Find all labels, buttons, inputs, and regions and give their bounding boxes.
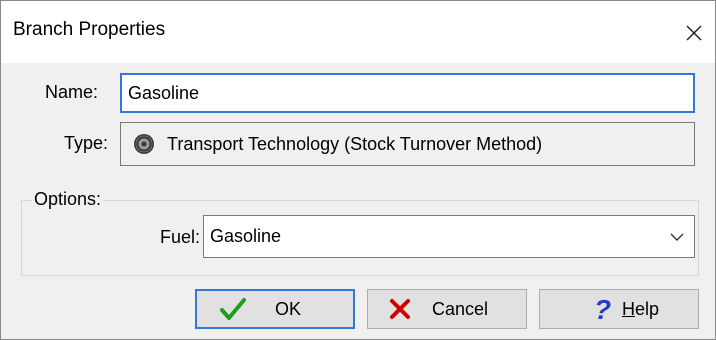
type-label: Type: <box>64 133 109 153</box>
help-button[interactable]: ? Help <box>539 289 699 329</box>
name-input[interactable] <box>120 73 695 113</box>
cancel-button[interactable]: Cancel <box>367 289 527 329</box>
ok-label: OK <box>275 298 302 319</box>
branch-properties-dialog: Branch Properties Name: Type: Transport … <box>0 0 716 340</box>
title-bar: Branch Properties <box>1 1 715 63</box>
options-group-label: Options: <box>32 189 104 210</box>
cancel-label: Cancel <box>432 298 489 319</box>
cancel-x-icon <box>386 295 414 323</box>
type-value: Transport Technology (Stock Turnover Met… <box>167 133 543 154</box>
help-question-icon: ? <box>588 295 616 323</box>
fuel-label: Fuel: <box>160 227 201 247</box>
type-display: Transport Technology (Stock Turnover Met… <box>120 122 695 166</box>
name-label: Name: <box>45 82 99 102</box>
close-button[interactable] <box>677 13 711 53</box>
close-icon <box>686 25 702 41</box>
dialog-title: Branch Properties <box>13 19 166 40</box>
fuel-select[interactable]: Gasoline <box>203 215 695 258</box>
help-label: Help <box>622 298 660 319</box>
fuel-selected-value: Gasoline <box>210 226 282 246</box>
ok-button[interactable]: OK <box>195 289 355 329</box>
chevron-down-icon <box>670 233 684 241</box>
transport-tire-icon <box>133 133 155 155</box>
svg-text:?: ? <box>594 295 611 323</box>
checkmark-icon <box>219 295 247 323</box>
